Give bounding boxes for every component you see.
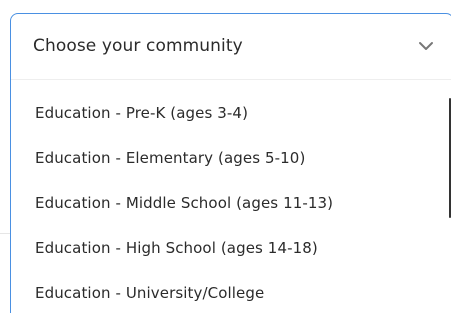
option-university-college[interactable]: Education - University/College xyxy=(11,271,451,313)
options-list: Education - Pre-K (ages 3-4) Education -… xyxy=(11,91,451,313)
divider-line xyxy=(0,233,10,234)
option-elementary[interactable]: Education - Elementary (ages 5-10) xyxy=(11,136,451,181)
chevron-down-icon[interactable] xyxy=(418,40,434,52)
option-pre-k[interactable]: Education - Pre-K (ages 3-4) xyxy=(11,91,451,136)
option-middle-school[interactable]: Education - Middle School (ages 11-13) xyxy=(11,181,451,226)
select-placeholder: Choose your community xyxy=(33,36,243,56)
option-high-school[interactable]: Education - High School (ages 14-18) xyxy=(11,226,451,271)
page: Choose your community Education - Pre-K … xyxy=(0,0,451,313)
community-select[interactable]: Choose your community xyxy=(11,14,451,80)
community-dropdown[interactable]: Choose your community Education - Pre-K … xyxy=(10,13,451,313)
